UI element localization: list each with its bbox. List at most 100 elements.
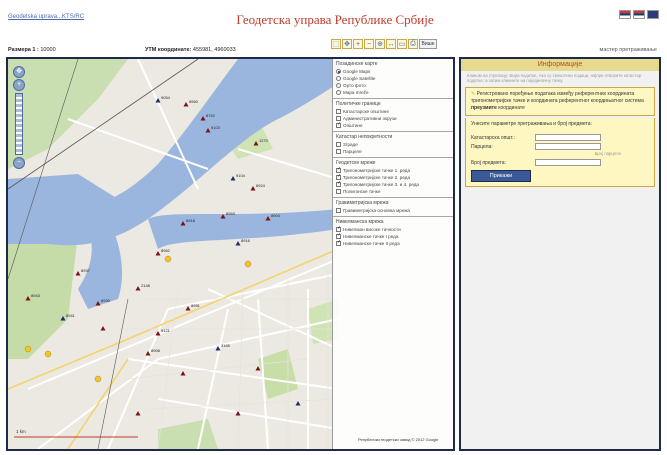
language-switch [619, 10, 659, 19]
benchmark-marker[interactable] [164, 255, 172, 263]
height-layers-group: Нивелманска мрежа Нивелман високе тачнос… [333, 217, 453, 249]
checkbox-icon[interactable] [336, 208, 341, 213]
layer-google-maps[interactable]: Google Maps [336, 68, 450, 75]
layer-polygon-points[interactable]: Полигонске тачке [336, 188, 450, 195]
trig-point-label: 3165 [221, 343, 231, 348]
search-form: Унесите параметре претраживања и број пр… [465, 118, 655, 187]
trig-point-label: 9103 [211, 125, 221, 130]
pan-tool-icon[interactable]: ✥ [342, 39, 352, 49]
layer-municipalities[interactable]: Општине [336, 121, 450, 129]
layer-gravity[interactable]: Гравиметријска основна мрежа [336, 207, 450, 214]
layer-panel: Позадинске карте Google Maps Google Sate… [332, 59, 453, 449]
zoom-minus-icon[interactable]: − [13, 157, 25, 169]
map-view[interactable]: 9054 8960 8752 9103 1270 9104 8924 8918 8953 8904… [6, 57, 455, 451]
more-tools-button[interactable]: Више [419, 39, 437, 49]
layer-admin-districts[interactable]: Административни окрузи [336, 115, 450, 122]
trig-point-label: 2148 [141, 283, 151, 288]
info-panel: Информације Кликом на стрелицу: Бира под… [459, 57, 661, 451]
parcel-input[interactable] [535, 143, 601, 150]
folder-icon[interactable]: ▭ [397, 39, 407, 49]
benchmark-marker[interactable] [244, 260, 252, 268]
checkbox-icon[interactable] [336, 149, 341, 154]
layer-leveling-high[interactable]: Нивелман високе тачности [336, 225, 450, 233]
admin-layers-group: Политичке границе Катастарске општине Ад… [333, 99, 453, 132]
map-toolbar: ⬚ ✥ + − ⊕ ↔ ▭ ⎙ Више [331, 38, 437, 50]
layer-trig-3[interactable]: Тригонометријске тачке 3. и 4. реда [336, 180, 450, 188]
admin-layers-title: Политичке границе [336, 101, 381, 107]
trig-point-label: 1270 [259, 138, 269, 143]
flag-english-icon[interactable] [647, 10, 659, 19]
select-tool-icon[interactable]: ⬚ [331, 39, 341, 49]
gravity-layers-title: Гравиметријска мрежа [336, 200, 389, 206]
radio-icon[interactable] [336, 83, 341, 88]
radio-icon[interactable] [336, 69, 341, 74]
layer-buildings[interactable]: Зграде [336, 141, 450, 148]
municipality-input[interactable] [535, 134, 601, 141]
info-hint: Кликом на стрелицу: Бира податке, Ако су… [467, 73, 642, 83]
utm-readout: УТМ координате: 455981, 4960033 [145, 47, 236, 53]
trig-point-label: 8908 [151, 348, 161, 353]
geodetic-layers-group: Геодетске мреже Тригонометријске тачке 1… [333, 158, 453, 198]
show-button[interactable]: Прикажи [471, 170, 531, 182]
trig-point-label: 8924 [256, 183, 266, 188]
layer-network-map[interactable]: Mapa mreže [336, 89, 450, 96]
download-link[interactable]: преузмите [471, 105, 497, 111]
benchmark-marker[interactable] [24, 345, 32, 353]
app-title: Геодетска управа Републике Србије [236, 12, 434, 27]
trig-point-label: 8752 [206, 113, 216, 118]
print-icon[interactable]: ⎙ [408, 39, 418, 49]
layer-cadastral-municipalities[interactable]: Катастарске општине [336, 108, 450, 115]
case-number-label: Број предмета: [471, 159, 506, 166]
trig-point-label: 8960 [189, 99, 199, 104]
form-row-parcel: Парцела: [471, 142, 649, 151]
trig-point-label: 8951 [191, 303, 201, 308]
gravity-layers-group: Гравиметријска мрежа Гравиметријска осно… [333, 198, 453, 217]
radio-icon[interactable] [336, 90, 341, 95]
scale-value: 10000 [40, 47, 56, 53]
layer-parcels[interactable]: Парцеле [336, 148, 450, 155]
checkbox-icon[interactable] [336, 189, 341, 194]
login-link[interactable]: Geodetska uprava...KTS/RC [8, 14, 84, 20]
checkbox-icon[interactable] [336, 121, 341, 128]
zoom-extent-icon[interactable]: ⊕ [375, 39, 385, 49]
layer-orthophoto[interactable]: Орто фото [336, 82, 450, 89]
benchmark-marker[interactable] [44, 350, 52, 358]
layer-leveling-2[interactable]: Нивелманске тачке II реда [336, 239, 450, 247]
scale-label: Размера 1 : [8, 47, 39, 53]
checkbox-icon[interactable] [336, 239, 341, 246]
radio-icon[interactable] [336, 76, 341, 81]
zoom-slider-track[interactable] [15, 93, 23, 155]
form-title: Унесите параметре претраживања и број пр… [471, 121, 592, 127]
layer-trig-1[interactable]: Тригонометријске тачке 1. реда [336, 166, 450, 174]
layer-google-satellite[interactable]: Google Satellite [336, 75, 450, 82]
zoom-in-icon[interactable]: + [353, 39, 363, 49]
advanced-search-link[interactable]: мастер претраживање [600, 47, 657, 53]
parcel-label: Парцела: [471, 143, 493, 150]
parcel-sublabel: Број парцеле [594, 151, 621, 156]
measure-icon[interactable]: ↔ [386, 39, 396, 49]
checkbox-icon[interactable] [336, 180, 341, 187]
trig-point-label: 8930 [101, 298, 111, 303]
info-header: Информације [461, 59, 659, 71]
benchmark-marker[interactable] [94, 375, 102, 383]
cadastre-layers-title: Катастар непокретности [336, 134, 393, 140]
trig-point-label: 8962 [161, 248, 171, 253]
info-icon: ✎ [471, 91, 476, 97]
layer-leveling-1[interactable]: Нивелманске тачке I реда [336, 232, 450, 240]
map-copyright: Републички геодетски завод © 2012 Google [358, 437, 439, 442]
trig-point-label: 8916 [241, 238, 251, 243]
checkbox-icon[interactable] [336, 142, 341, 147]
zoom-out-icon[interactable]: − [364, 39, 374, 49]
zoom-plus-icon[interactable]: + [13, 79, 25, 91]
trig-point-label: 8918 [186, 218, 196, 223]
checkbox-icon[interactable] [336, 109, 341, 114]
pan-control-icon[interactable]: ✥ [13, 66, 25, 78]
layer-trig-2[interactable]: Тригонометријске тачке 2. реда [336, 173, 450, 181]
scale-readout: Размера 1 : 10000 [8, 47, 56, 53]
trig-point-label: 8953 [226, 211, 236, 216]
trig-point-label: 9104 [236, 173, 246, 178]
flag-latin-icon[interactable] [633, 10, 645, 19]
flag-serbian-icon[interactable] [619, 10, 631, 19]
zoom-control: ✥ + − [12, 65, 26, 170]
case-number-input[interactable] [535, 159, 601, 166]
